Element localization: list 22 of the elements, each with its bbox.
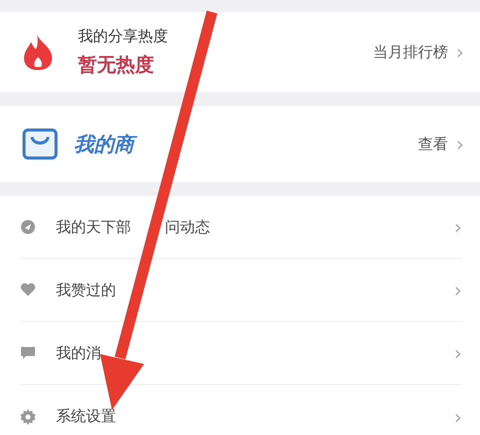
menu-label: 我的天下部 [56,216,131,238]
flame-icon [22,33,54,71]
menu-label: 我赞过的 [56,280,116,301]
ranking-link[interactable]: 当月排行榜 › [373,40,464,64]
circle-icon [20,219,36,235]
menu-item[interactable]: 系统设置 › [20,385,462,435]
menu-label: 系统设置 [56,406,116,428]
menu-label: 问动态 [165,216,210,238]
menu-label: 我的消 [56,342,101,364]
view-link[interactable]: 查看 › [418,132,464,156]
menu-item[interactable]: 我赞过的 › [20,259,462,322]
chat-icon [20,346,36,360]
chevron-icon: › [454,217,462,237]
chevron-icon: › [454,280,462,300]
menu-item[interactable]: 我的天下部 问动态 › [20,196,462,259]
shopping-bag-icon [22,128,58,160]
heart-icon [20,283,36,297]
heat-label: 我的分享热度 [78,26,168,46]
chevron-icon: › [454,406,462,426]
chevron-icon: › [454,343,462,363]
gear-icon [20,408,36,424]
heat-value: 暂无热度 [78,53,155,78]
